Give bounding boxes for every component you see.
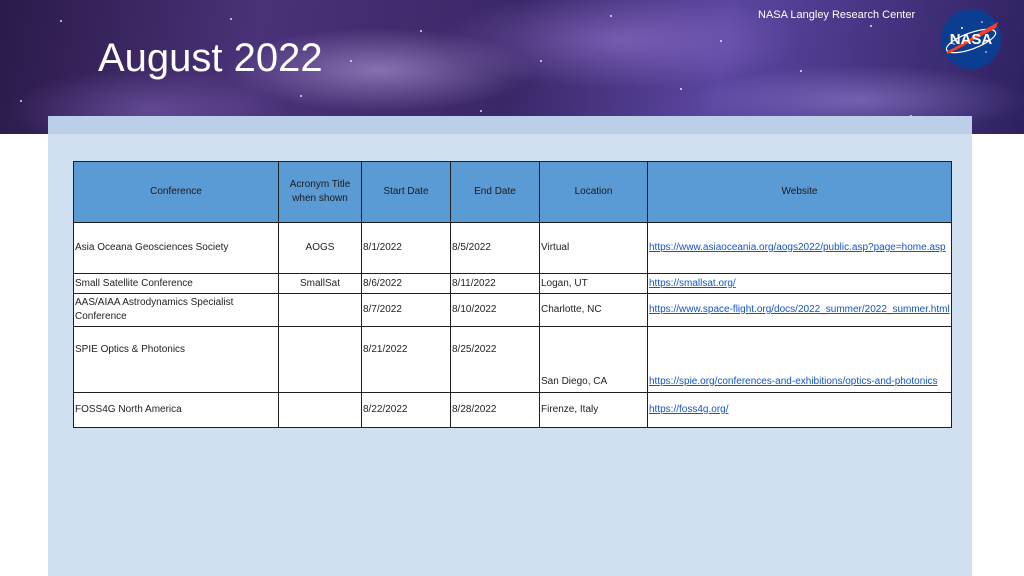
page-title: August 2022 <box>98 36 323 80</box>
website-link[interactable]: https://www.space-flight.org/docs/2022_s… <box>649 304 950 315</box>
table-row: SPIE Optics & Photonics 8/21/2022 8/25/2… <box>73 326 952 393</box>
location-cell: San Diego, CA <box>539 326 648 393</box>
end-date-cell: 8/5/2022 <box>450 222 540 274</box>
column-header-conference: Conference <box>73 161 279 223</box>
start-date-cell: 8/22/2022 <box>361 392 451 428</box>
nasa-logo-icon: NASA <box>941 9 1001 69</box>
start-date-cell: 8/21/2022 <box>361 326 451 393</box>
conference-cell: FOSS4G North America <box>73 392 279 428</box>
start-date-cell: 8/1/2022 <box>361 222 451 274</box>
acronym-cell: SmallSat <box>278 273 362 294</box>
website-link[interactable]: https://spie.org/conferences-and-exhibit… <box>649 376 938 387</box>
website-link[interactable]: https://foss4g.org/ <box>649 404 729 415</box>
website-link[interactable]: https://www.asiaoceania.org/aogs2022/pub… <box>649 242 946 253</box>
website-cell: https://foss4g.org/ <box>647 392 952 428</box>
table-row: Asia Oceana Geosciences Society AOGS 8/1… <box>73 222 952 274</box>
start-date-cell: 8/7/2022 <box>361 293 451 327</box>
location-cell: Virtual <box>539 222 648 274</box>
table-row: FOSS4G North America 8/22/2022 8/28/2022… <box>73 392 952 428</box>
column-header-location: Location <box>539 161 648 223</box>
website-cell: https://spie.org/conferences-and-exhibit… <box>647 326 952 393</box>
end-date-cell: 8/25/2022 <box>450 326 540 393</box>
column-header-acronym: Acronym Title when shown <box>278 161 362 223</box>
acronym-cell <box>278 326 362 393</box>
location-cell: Firenze, Italy <box>539 392 648 428</box>
conference-table: Conference Acronym Title when shown Star… <box>73 161 952 428</box>
conference-cell: Asia Oceana Geosciences Society <box>73 222 279 274</box>
website-cell: https://www.asiaoceania.org/aogs2022/pub… <box>647 222 952 274</box>
column-header-end-date: End Date <box>450 161 540 223</box>
location-cell: Logan, UT <box>539 273 648 294</box>
acronym-cell <box>278 293 362 327</box>
logo-text: NASA <box>950 31 993 48</box>
conference-cell: AAS/AIAA Astrodynamics Specialist Confer… <box>73 293 279 327</box>
table-row: AAS/AIAA Astrodynamics Specialist Confer… <box>73 293 952 327</box>
panel-strip <box>48 116 972 134</box>
website-link[interactable]: https://smallsat.org/ <box>649 278 736 289</box>
location-cell: Charlotte, NC <box>539 293 648 327</box>
acronym-cell: AOGS <box>278 222 362 274</box>
website-cell: https://www.space-flight.org/docs/2022_s… <box>647 293 952 327</box>
column-header-website: Website <box>647 161 952 223</box>
conference-cell: SPIE Optics & Photonics <box>73 326 279 393</box>
end-date-cell: 8/28/2022 <box>450 392 540 428</box>
conference-cell: Small Satellite Conference <box>73 273 279 294</box>
end-date-cell: 8/11/2022 <box>450 273 540 294</box>
table-row: Small Satellite Conference SmallSat 8/6/… <box>73 273 952 294</box>
website-cell: https://smallsat.org/ <box>647 273 952 294</box>
acronym-cell <box>278 392 362 428</box>
org-label: NASA Langley Research Center <box>758 9 916 21</box>
column-header-start-date: Start Date <box>361 161 451 223</box>
table-header-row: Conference Acronym Title when shown Star… <box>73 161 952 223</box>
start-date-cell: 8/6/2022 <box>361 273 451 294</box>
end-date-cell: 8/10/2022 <box>450 293 540 327</box>
